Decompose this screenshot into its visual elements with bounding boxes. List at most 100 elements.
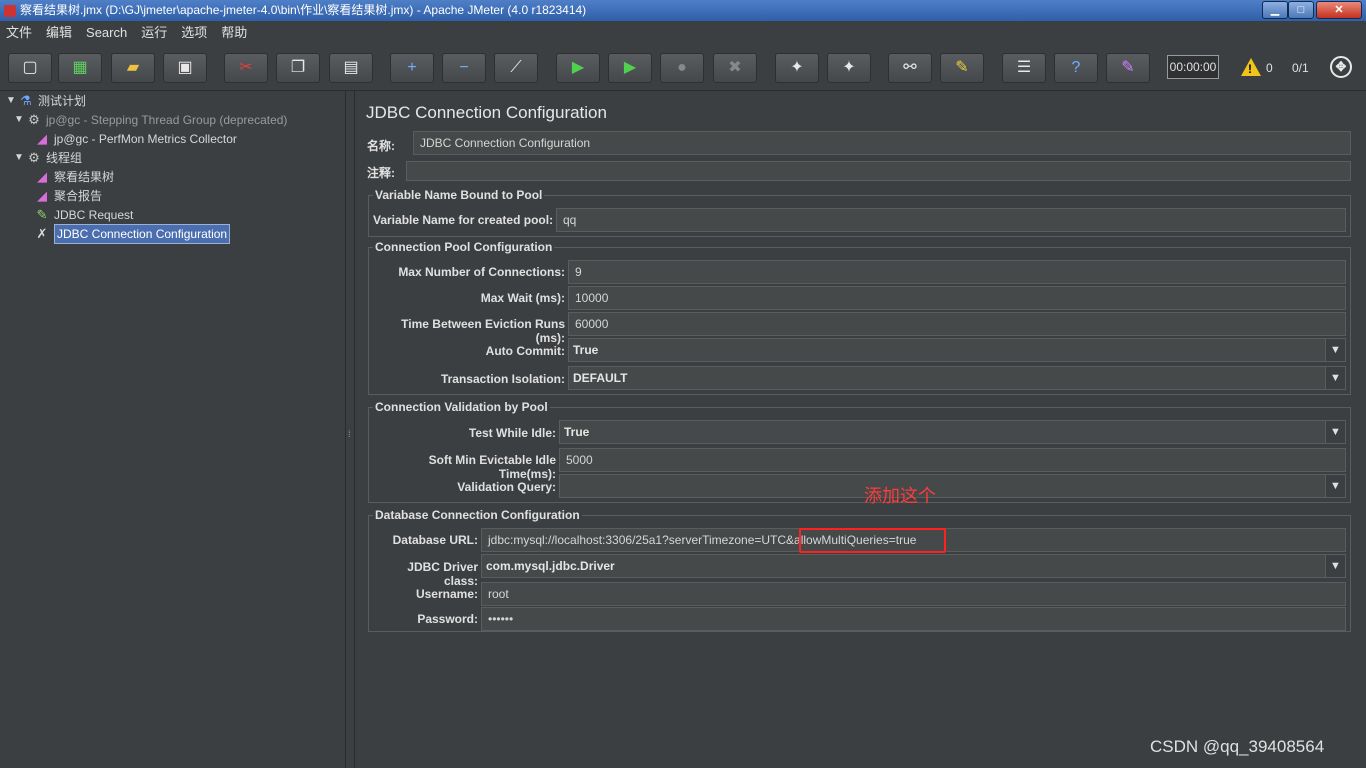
max-wait-field[interactable]: 10000 bbox=[568, 286, 1346, 310]
comment-field[interactable] bbox=[406, 161, 1351, 181]
isolation-value: DEFAULT bbox=[573, 371, 628, 385]
eviction-runs-label: Time Between Eviction Runs (ms): bbox=[401, 317, 565, 345]
page-title: JDBC Connection Configuration bbox=[366, 103, 607, 122]
new-icon: ▢ bbox=[22, 59, 38, 76]
tree-node-label: JDBC Request bbox=[54, 208, 134, 222]
open-button[interactable]: ▰ bbox=[111, 53, 155, 83]
stop-button[interactable]: ● bbox=[660, 53, 704, 83]
max-wait-label: Max Wait (ms): bbox=[480, 291, 565, 305]
paste-button[interactable]: ▤ bbox=[329, 53, 373, 83]
tree-node[interactable]: ▼ ⚙ 线程组 bbox=[14, 149, 82, 167]
chevron-down-icon[interactable]: ▼ bbox=[1325, 339, 1345, 361]
variable-name-field[interactable]: qq bbox=[556, 208, 1346, 232]
remote-engine-icon[interactable]: ✥ bbox=[1330, 56, 1352, 78]
tree-node[interactable]: ✎ JDBC Request bbox=[34, 206, 134, 224]
soft-min-idle-field[interactable]: 5000 bbox=[559, 448, 1346, 472]
expand-button[interactable]: + bbox=[390, 53, 434, 83]
auto-commit-select[interactable]: True ▼ bbox=[568, 338, 1346, 362]
menu-help[interactable]: 帮助 bbox=[214, 21, 254, 45]
templates-button[interactable]: ▦ bbox=[58, 53, 102, 83]
tree-node-label: jp@gc - PerfMon Metrics Collector bbox=[54, 132, 237, 146]
start-no-pause-button[interactable]: ▶ bbox=[608, 53, 652, 83]
start-button[interactable]: ▶ bbox=[556, 53, 600, 83]
warning-icon[interactable] bbox=[1241, 58, 1261, 76]
clear-all-button[interactable]: ✦ bbox=[827, 53, 871, 83]
chart-icon: ◢ bbox=[37, 188, 47, 203]
annotation-text: 添加这个 bbox=[864, 486, 936, 507]
window-title: 察看结果树.jmx (D:\GJ\jmeter\apache-jmeter-4.… bbox=[20, 3, 587, 17]
driver-class-select[interactable]: com.mysql.jdbc.Driver ▼ bbox=[481, 554, 1346, 578]
cut-button[interactable]: ✂ bbox=[224, 53, 268, 83]
expand-arrow-icon[interactable]: ▼ bbox=[14, 149, 26, 167]
username-field[interactable]: root bbox=[481, 582, 1346, 606]
save-button[interactable]: ▣ bbox=[163, 53, 207, 83]
toolbar: ▢ ▦ ▰ ▣ ✂ ❐ ▤ + − ⟋ ▶ ▶ ● ✖ ✦ ✦ ⚯ ✎ ☰? ✎ bbox=[0, 45, 1366, 91]
name-field[interactable]: JDBC Connection Configuration bbox=[413, 131, 1351, 155]
menu-file[interactable]: 文件 bbox=[0, 21, 39, 45]
username-label: Username: bbox=[415, 587, 478, 601]
chevron-down-icon[interactable]: ▼ bbox=[1325, 367, 1345, 389]
menu-run[interactable]: 运行 bbox=[134, 21, 174, 45]
clear-button[interactable]: ✦ bbox=[775, 53, 819, 83]
tree-node[interactable]: ◢ 聚合报告 bbox=[34, 187, 102, 205]
flask-icon: ⚗ bbox=[20, 93, 32, 108]
copy-button[interactable]: ❐ bbox=[276, 53, 320, 83]
isolation-select[interactable]: DEFAULT ▼ bbox=[568, 366, 1346, 390]
jmeter-app-icon bbox=[4, 4, 16, 17]
tree-node[interactable]: ◢ jp@gc - PerfMon Metrics Collector bbox=[34, 130, 237, 148]
test-plan-tree: ▼ ⚗ 测试计划 ▼ ⚙ jp@gc - Stepping Thread Group (d… bbox=[0, 91, 345, 768]
search-button[interactable]: ⚯ bbox=[888, 53, 932, 83]
logger-button[interactable]: ✎ bbox=[1106, 53, 1150, 83]
new-button[interactable]: ▢ bbox=[8, 53, 52, 83]
minimize-button[interactable]: ▁ bbox=[1262, 1, 1288, 19]
tree-node[interactable]: ◢ 察看结果树 bbox=[34, 168, 114, 186]
toggle-button[interactable]: ⟋ bbox=[494, 53, 538, 83]
config-panel: JDBC Connection Configuration 名称: JDBC C… bbox=[356, 91, 1366, 768]
cut-icon: ✂ bbox=[239, 59, 253, 76]
tree-node[interactable]: ✗ JDBC Connection Configuration bbox=[34, 224, 231, 244]
menu-search[interactable]: Search bbox=[79, 21, 134, 45]
tree-node-label: 察看结果树 bbox=[54, 170, 115, 184]
test-idle-select[interactable]: True ▼ bbox=[559, 420, 1346, 444]
menu-options[interactable]: 选项 bbox=[174, 21, 214, 45]
driver-class-value: com.mysql.jdbc.Driver bbox=[486, 559, 615, 573]
help-button[interactable]: ? bbox=[1054, 53, 1098, 83]
expand-arrow-icon[interactable]: ▼ bbox=[6, 92, 18, 110]
name-label: 名称: bbox=[367, 139, 395, 153]
max-connections-label: Max Number of Connections: bbox=[398, 265, 565, 279]
clear-icon: ✦ bbox=[790, 59, 804, 76]
validation-query-select[interactable]: ▼ bbox=[559, 474, 1346, 498]
tree-node-label: 线程组 bbox=[46, 151, 83, 165]
watermark: CSDN @qq_39408564 bbox=[1150, 737, 1325, 756]
tree-node[interactable]: ▼ ⚗ 测试计划 bbox=[6, 92, 86, 110]
save-icon: ▣ bbox=[177, 59, 193, 76]
pen-icon: ✎ bbox=[36, 207, 48, 222]
expand-arrow-icon[interactable]: ▼ bbox=[14, 111, 26, 129]
expand-icon: + bbox=[407, 59, 417, 76]
panel-splitter[interactable]: ⁞ bbox=[345, 91, 355, 768]
max-connections-field[interactable]: 9 bbox=[568, 260, 1346, 284]
isolation-label: Transaction Isolation: bbox=[440, 372, 565, 386]
shutdown-button[interactable]: ✖ bbox=[713, 53, 757, 83]
chevron-down-icon[interactable]: ▼ bbox=[1325, 555, 1345, 577]
chevron-down-icon[interactable]: ▼ bbox=[1325, 421, 1345, 443]
variable-group-title: Variable Name Bound to Pool bbox=[373, 188, 545, 202]
paste-icon: ▤ bbox=[343, 59, 359, 76]
close-button[interactable]: ✕ bbox=[1316, 1, 1362, 19]
maximize-button[interactable]: □ bbox=[1288, 1, 1314, 19]
password-field[interactable]: •••••• bbox=[481, 607, 1346, 631]
splitter-grip[interactable]: ⁞ bbox=[348, 429, 351, 439]
chevron-down-icon[interactable]: ▼ bbox=[1325, 475, 1345, 497]
tree-node[interactable]: ▼ ⚙ jp@gc - Stepping Thread Group (depreca… bbox=[14, 111, 287, 129]
reset-search-button[interactable]: ✎ bbox=[940, 53, 984, 83]
warning-count: 0 bbox=[1266, 61, 1273, 75]
shutdown-icon: ✖ bbox=[728, 59, 742, 76]
collapse-button[interactable]: − bbox=[442, 53, 486, 83]
function-helper-button[interactable]: ☰ bbox=[1002, 53, 1046, 83]
clear-all-icon: ✦ bbox=[842, 59, 856, 76]
gear-icon: ⚙ bbox=[28, 150, 40, 165]
tools-icon: ✗ bbox=[36, 226, 48, 241]
eviction-runs-field[interactable]: 60000 bbox=[568, 312, 1346, 336]
copy-icon: ❐ bbox=[290, 59, 306, 76]
menu-edit[interactable]: 编辑 bbox=[39, 21, 79, 45]
